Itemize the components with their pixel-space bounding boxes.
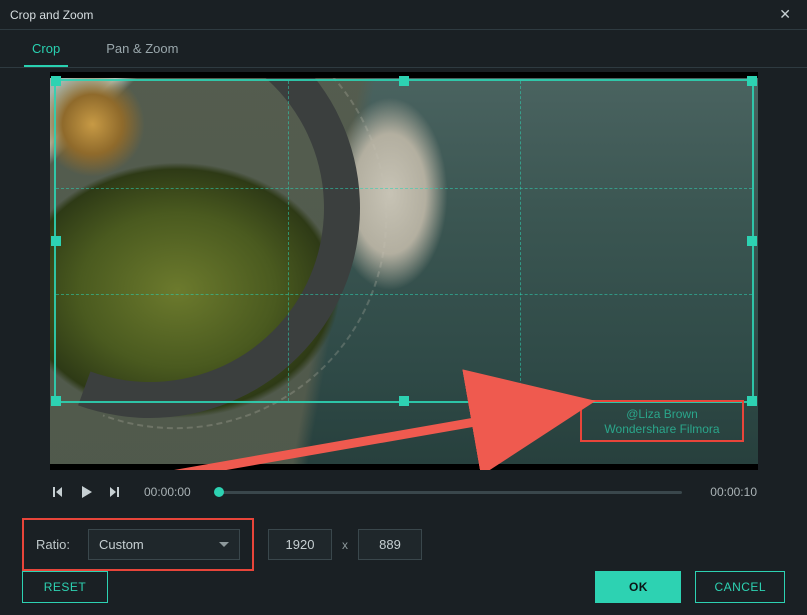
crop-handle-mid-left[interactable] <box>51 236 61 246</box>
watermark-line2: Wondershare Filmora <box>604 422 719 436</box>
tabs: Crop Pan & Zoom <box>0 30 807 68</box>
reset-button[interactable]: RESET <box>22 571 108 603</box>
crop-grid-line <box>56 294 752 295</box>
playhead[interactable] <box>214 487 224 497</box>
crop-grid-line <box>520 81 521 401</box>
height-input[interactable]: 889 <box>358 529 422 560</box>
tab-pan-and-zoom[interactable]: Pan & Zoom <box>102 31 182 66</box>
tab-crop[interactable]: Crop <box>28 31 64 66</box>
crop-handle-bot-right[interactable] <box>747 396 757 406</box>
play-icon[interactable] <box>78 484 94 500</box>
next-frame-icon[interactable] <box>108 485 122 499</box>
ratio-group-callout: Ratio: Custom <box>22 518 254 571</box>
crop-handle-bot-left[interactable] <box>51 396 61 406</box>
ratio-label: Ratio: <box>36 537 70 552</box>
crop-handle-mid-right[interactable] <box>747 236 757 246</box>
crop-grid-line <box>56 188 752 189</box>
ratio-select[interactable]: Custom <box>88 529 240 560</box>
ok-button[interactable]: OK <box>595 571 681 603</box>
crop-grid-line <box>288 81 289 401</box>
timeline-track[interactable] <box>219 491 683 494</box>
window-title: Crop and Zoom <box>10 8 773 22</box>
end-time: 00:00:10 <box>710 485 757 499</box>
dimensions-group: 1920 x 889 <box>268 529 422 560</box>
current-time: 00:00:00 <box>144 485 191 499</box>
crop-handle-bot-mid[interactable] <box>399 396 409 406</box>
close-icon[interactable]: ✕ <box>773 4 797 25</box>
chevron-down-icon <box>219 542 229 547</box>
crop-handle-top-mid[interactable] <box>399 76 409 86</box>
crop-rectangle[interactable] <box>54 79 754 403</box>
crop-handle-top-right[interactable] <box>747 76 757 86</box>
titlebar: Crop and Zoom ✕ <box>0 0 807 30</box>
watermark-line1: @Liza Brown <box>626 407 698 421</box>
dimension-separator: x <box>342 538 348 552</box>
crop-handle-top-left[interactable] <box>51 76 61 86</box>
watermark-callout: @Liza Brown Wondershare Filmora <box>580 400 744 442</box>
player-controls: 00:00:00 00:00:10 <box>0 470 807 508</box>
footer: RESET OK CANCEL <box>0 571 807 603</box>
video-preview[interactable]: @Liza Brown Wondershare Filmora <box>50 72 758 470</box>
prev-frame-icon[interactable] <box>50 485 64 499</box>
ratio-selected-value: Custom <box>99 537 144 552</box>
cancel-button[interactable]: CANCEL <box>695 571 785 603</box>
width-input[interactable]: 1920 <box>268 529 332 560</box>
